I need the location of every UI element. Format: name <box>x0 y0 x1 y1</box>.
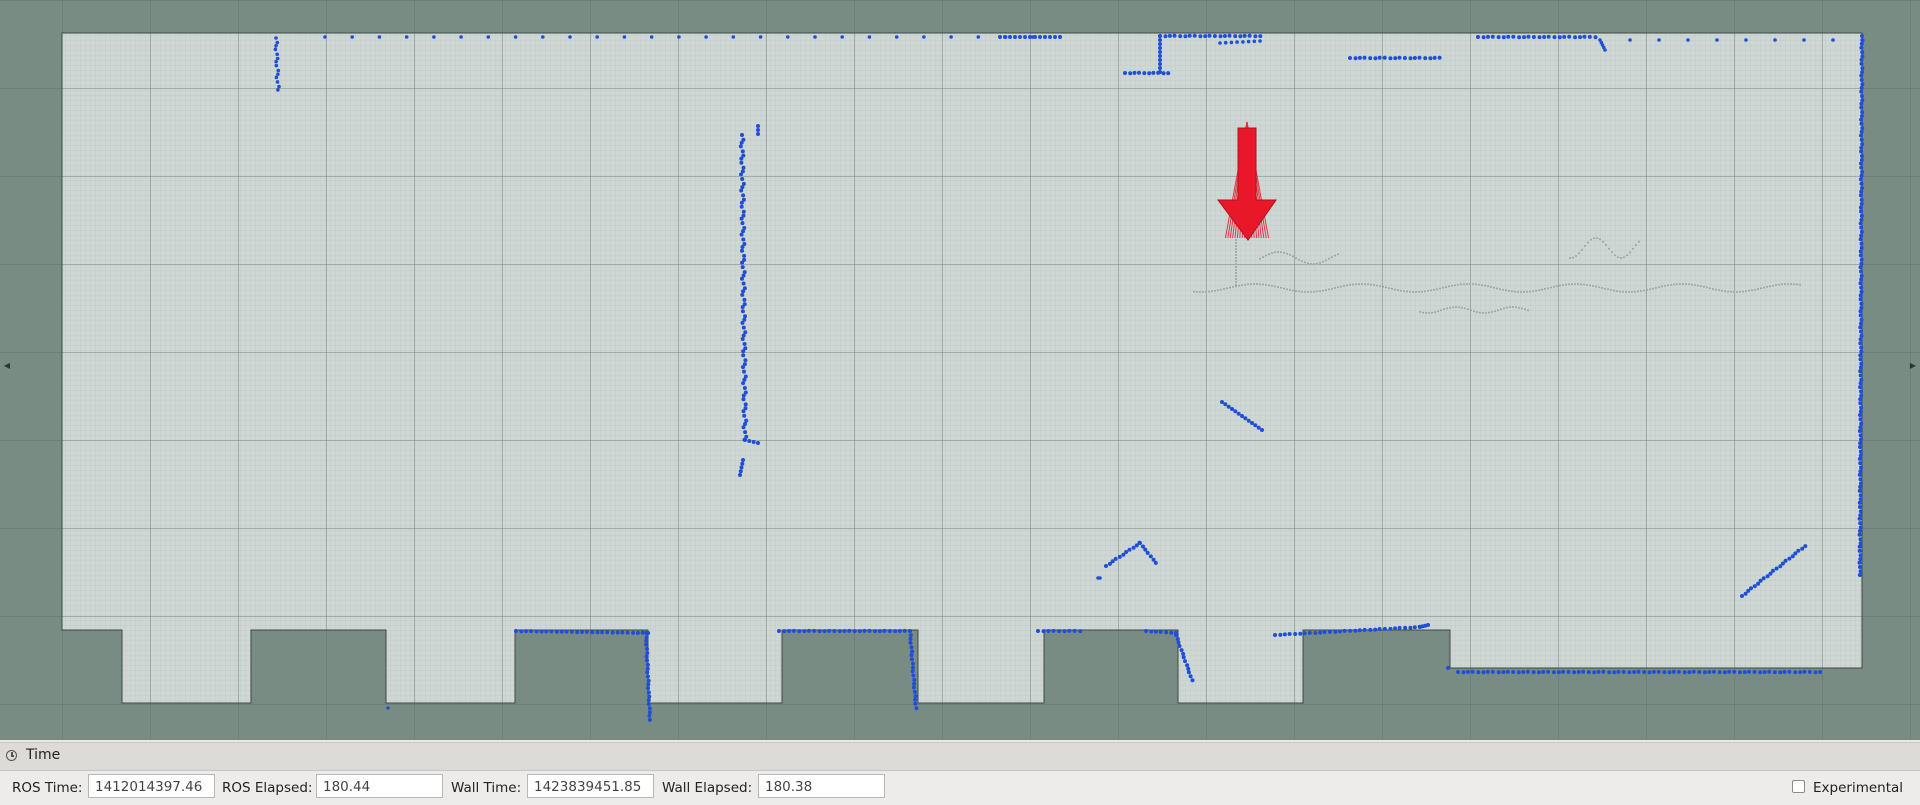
time-panel-title: Time <box>26 747 61 763</box>
render-viewport[interactable]: ◀ ▶ <box>0 0 1920 740</box>
wall-time-label: Wall Time: <box>451 780 522 796</box>
wall-time-field[interactable]: 1423839451.85 <box>527 774 654 798</box>
clock-icon <box>6 750 17 761</box>
time-panel: Time ROS Time: 1412014397.46 ROS Elapsed… <box>0 742 1920 805</box>
experimental-label: Experimental <box>1813 780 1904 796</box>
wall-elapsed-field[interactable]: 180.38 <box>758 774 885 798</box>
experimental-checkbox[interactable] <box>1792 780 1805 793</box>
ros-elapsed-field[interactable]: 180.44 <box>316 774 443 798</box>
ros-elapsed-label: ROS Elapsed: <box>222 780 313 796</box>
map-display[interactable] <box>0 0 1920 740</box>
map-major-grid <box>62 33 1862 703</box>
ros-time-label: ROS Time: <box>12 780 83 796</box>
triangle-right-icon[interactable]: ▶ <box>1908 360 1918 372</box>
time-panel-title-bar: Time <box>0 743 1920 771</box>
ros-time-field[interactable]: 1412014397.46 <box>88 774 215 798</box>
wall-elapsed-label: Wall Elapsed: <box>662 780 753 796</box>
triangle-left-icon[interactable]: ◀ <box>2 360 12 372</box>
